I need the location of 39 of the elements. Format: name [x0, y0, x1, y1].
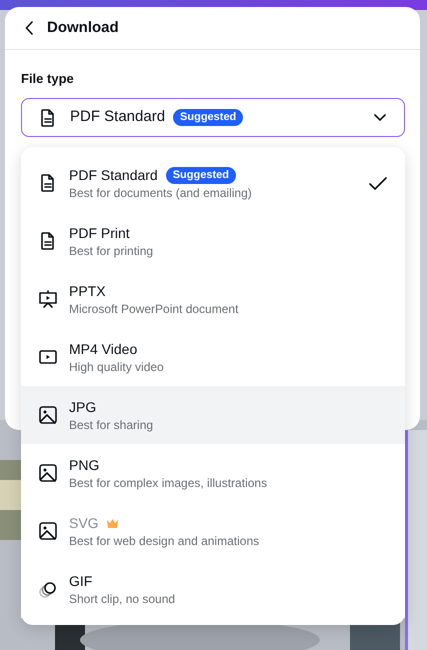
option-title: JPG — [69, 398, 96, 417]
option-description: Best for web design and animations — [69, 533, 260, 549]
panel-title: Download — [47, 18, 119, 38]
image-icon — [38, 463, 58, 483]
file-type-option[interactable]: MP4 Video High quality video — [21, 328, 405, 386]
field-label: File type — [21, 71, 75, 87]
option-description: Microsoft PowerPoint document — [69, 301, 238, 317]
option-description: Best for sharing — [69, 417, 154, 433]
option-description: Best for complex images, illustrations — [69, 475, 268, 491]
suggested-badge: Suggested — [166, 166, 236, 184]
option-description: Best for documents (and emailing) — [69, 185, 252, 201]
option-title: MP4 Video — [69, 340, 138, 359]
back-icon[interactable] — [25, 21, 34, 35]
file-type-option[interactable]: JPG Best for sharing — [21, 386, 405, 444]
option-title: GIF — [69, 572, 92, 591]
file-type-option[interactable]: GIF Short clip, no sound — [21, 560, 405, 618]
option-title: PDF Standard — [69, 166, 158, 185]
select-value: PDF Standard — [70, 107, 166, 128]
file-type-option[interactable]: PNG Best for complex images, illustrations — [21, 444, 405, 502]
circles-icon — [38, 579, 58, 599]
option-description: Best for printing — [69, 243, 154, 259]
crown-icon — [106, 518, 118, 528]
file-type-option[interactable]: SVG Best for web design and animations — [21, 502, 405, 560]
file-type-option[interactable]: PDF Print Best for printing — [21, 212, 405, 270]
presentation-icon — [38, 289, 58, 309]
file-type-option[interactable]: PDF Standard Suggested Best for documents (and emailing) — [21, 154, 405, 212]
option-description: Short clip, no sound — [69, 591, 176, 607]
option-description: High quality video — [69, 359, 164, 375]
suggested-badge: Suggested — [173, 109, 244, 126]
image-icon — [38, 405, 58, 425]
option-title: PNG — [69, 456, 100, 475]
chevron-icon — [374, 114, 386, 121]
file-type-option[interactable]: PPTX Microsoft PowerPoint document — [21, 270, 405, 328]
video-icon — [38, 347, 58, 367]
file-type-select[interactable]: PDF Standard Suggested — [21, 98, 405, 137]
option-title: PPTX — [69, 282, 106, 301]
image-icon — [38, 521, 58, 541]
option-title: PDF Print — [69, 224, 130, 243]
option-title: SVG — [69, 514, 99, 533]
